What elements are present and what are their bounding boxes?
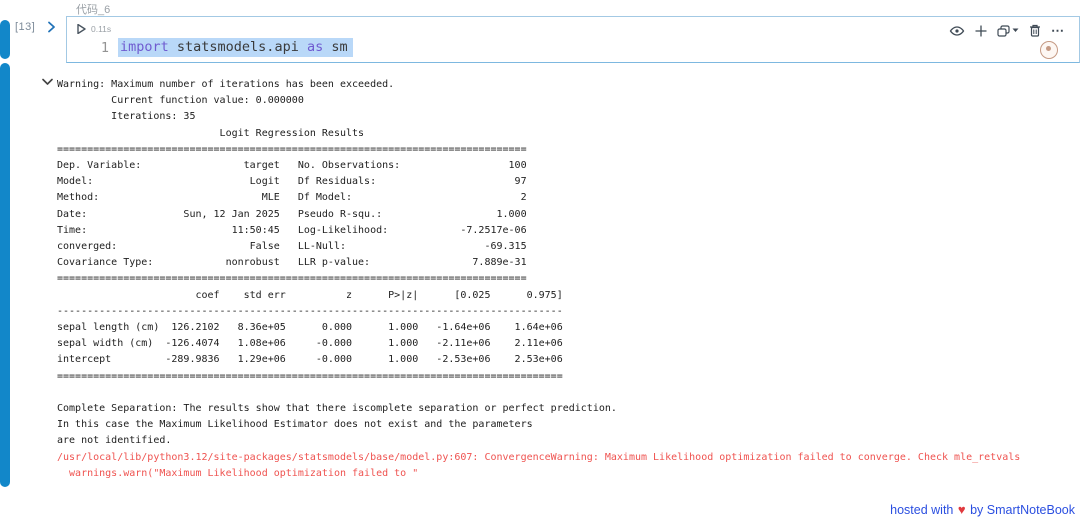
code-cell[interactable]: 0.11s ⋯ 1 import statsmodels.api as sm (66, 16, 1080, 63)
run-duration: 0.11s (91, 24, 112, 34)
chevron-down-icon[interactable] (42, 78, 53, 86)
code-token-module: statsmodels.api (176, 39, 307, 55)
cell-focus-bar[interactable] (0, 20, 10, 59)
code-token-keyword: import (120, 39, 177, 55)
output-text: Warning: Maximum number of iterations ha… (57, 79, 617, 447)
cell-title: 代码_6 (76, 4, 111, 16)
run-cell-button[interactable] (77, 23, 86, 35)
notebook-page: [13] 代码_6 0.11s ⋯ 1 import statsmodels.a… (0, 0, 1080, 525)
run-row: 0.11s (77, 23, 112, 35)
chevron-right-icon[interactable] (46, 21, 57, 33)
code-token-keyword: as (306, 39, 332, 55)
line-number: 1 (100, 39, 109, 56)
code-line-selected[interactable]: import statsmodels.api as sm (118, 38, 353, 57)
execution-count: [13] (15, 21, 36, 33)
cell-toolbar: ⋯ (949, 24, 1065, 37)
cell-output: Warning: Maximum number of iterations ha… (57, 77, 1020, 482)
footer-branding-link[interactable]: hosted with ♥ by SmartNoteBook (890, 502, 1075, 517)
stderr-warning-text: /usr/local/lib/python3.12/site-packages/… (57, 451, 1021, 479)
footer-suffix: by SmartNoteBook (970, 503, 1075, 517)
add-cell-icon[interactable] (975, 24, 987, 37)
visibility-eye-icon[interactable] (949, 25, 965, 37)
footer-prefix: hosted with (890, 503, 954, 517)
caret-down-icon[interactable] (1012, 28, 1019, 33)
heart-icon: ♥ (957, 502, 966, 517)
output-focus-bar[interactable] (0, 63, 10, 487)
collaborator-avatar[interactable] (1040, 41, 1058, 59)
duplicate-cell-icon[interactable] (997, 24, 1019, 37)
code-editor-row[interactable]: 1 import statsmodels.api as sm (67, 38, 1079, 57)
more-options-icon[interactable]: ⋯ (1051, 24, 1065, 37)
code-token-alias: sm (331, 39, 348, 55)
delete-trash-icon[interactable] (1029, 24, 1041, 37)
